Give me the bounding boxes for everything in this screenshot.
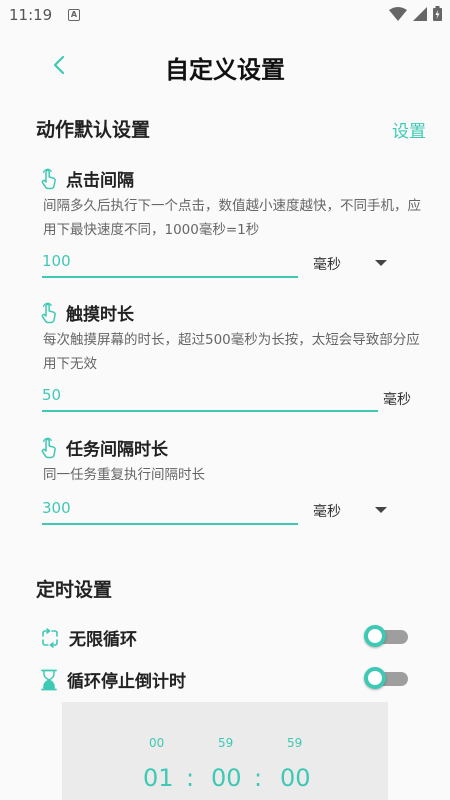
hourglass-icon xyxy=(41,669,57,690)
task-interval-unit[interactable]: 毫秒 xyxy=(313,501,341,521)
time-separator: : xyxy=(186,764,195,792)
status-bar: 11:19 A xyxy=(0,0,450,32)
timer-settings-title: 定时设置 xyxy=(36,579,113,601)
infinite-loop-row: 无限循环 xyxy=(40,625,137,650)
tap-hand-icon xyxy=(41,437,56,458)
loop-icon xyxy=(42,627,58,648)
seconds-next-value[interactable]: 59 xyxy=(287,736,302,750)
task-interval-title: 任务间隔时长 xyxy=(40,435,168,460)
touch-duration-label: 触摸时长 xyxy=(66,305,134,325)
touch-duration-input[interactable]: 50 xyxy=(42,384,378,412)
signal-icon xyxy=(413,6,427,21)
minutes-value[interactable]: 00 xyxy=(211,764,242,792)
tap-hand-icon xyxy=(41,168,56,189)
loop-countdown-label: 循环停止倒计时 xyxy=(67,672,186,692)
infinite-loop-label: 无限循环 xyxy=(69,630,137,650)
touch-duration-title: 触摸时长 xyxy=(40,300,134,325)
click-interval-description: 间隔多久后执行下一个点击，数值越小速度越快，不同手机，应用下最快速度不同，100… xyxy=(43,198,421,238)
click-interval-label: 点击间隔 xyxy=(66,171,134,191)
minutes-next-value[interactable]: 59 xyxy=(218,736,233,750)
battery-icon xyxy=(433,6,442,21)
seconds-value[interactable]: 00 xyxy=(280,764,311,792)
click-interval-input[interactable]: 100 xyxy=(42,250,298,278)
infinite-loop-toggle[interactable] xyxy=(364,625,408,647)
click-interval-title: 点击间隔 xyxy=(40,166,134,191)
app-header: 自定义设置 xyxy=(0,40,450,92)
task-interval-input[interactable]: 300 xyxy=(42,497,298,525)
settings-link[interactable]: 设置 xyxy=(392,117,426,142)
task-interval-label: 任务间隔时长 xyxy=(66,440,168,460)
click-interval-unit[interactable]: 毫秒 xyxy=(313,254,341,274)
loop-countdown-toggle[interactable] xyxy=(364,667,408,689)
task-interval-unit-dropdown-icon[interactable] xyxy=(375,507,387,513)
toggle-thumb xyxy=(364,625,386,647)
status-time: 11:19 xyxy=(9,6,53,24)
notification-icon: A xyxy=(68,9,80,21)
time-separator: : xyxy=(254,764,263,792)
page-title: 自定义设置 xyxy=(165,56,285,84)
status-icons xyxy=(389,6,442,21)
countdown-time-picker[interactable]: 00 59 59 01 : 00 : 00 xyxy=(62,702,388,800)
touch-duration-description: 每次触摸屏幕的时长，超过500毫秒为长按，太短会导致部分应用下无效 xyxy=(43,332,420,372)
click-interval-unit-dropdown-icon[interactable] xyxy=(375,260,387,266)
toggle-thumb xyxy=(364,667,386,689)
hours-next-value[interactable]: 00 xyxy=(149,736,164,750)
touch-duration-unit: 毫秒 xyxy=(383,392,411,408)
loop-countdown-row: 循环停止倒计时 xyxy=(40,667,186,692)
task-interval-description: 同一任务重复执行间隔时长 xyxy=(43,467,205,483)
tap-hand-icon xyxy=(41,302,56,323)
wifi-icon xyxy=(389,6,407,21)
hours-value[interactable]: 01 xyxy=(143,764,174,792)
default-settings-title: 动作默认设置 xyxy=(36,119,151,141)
